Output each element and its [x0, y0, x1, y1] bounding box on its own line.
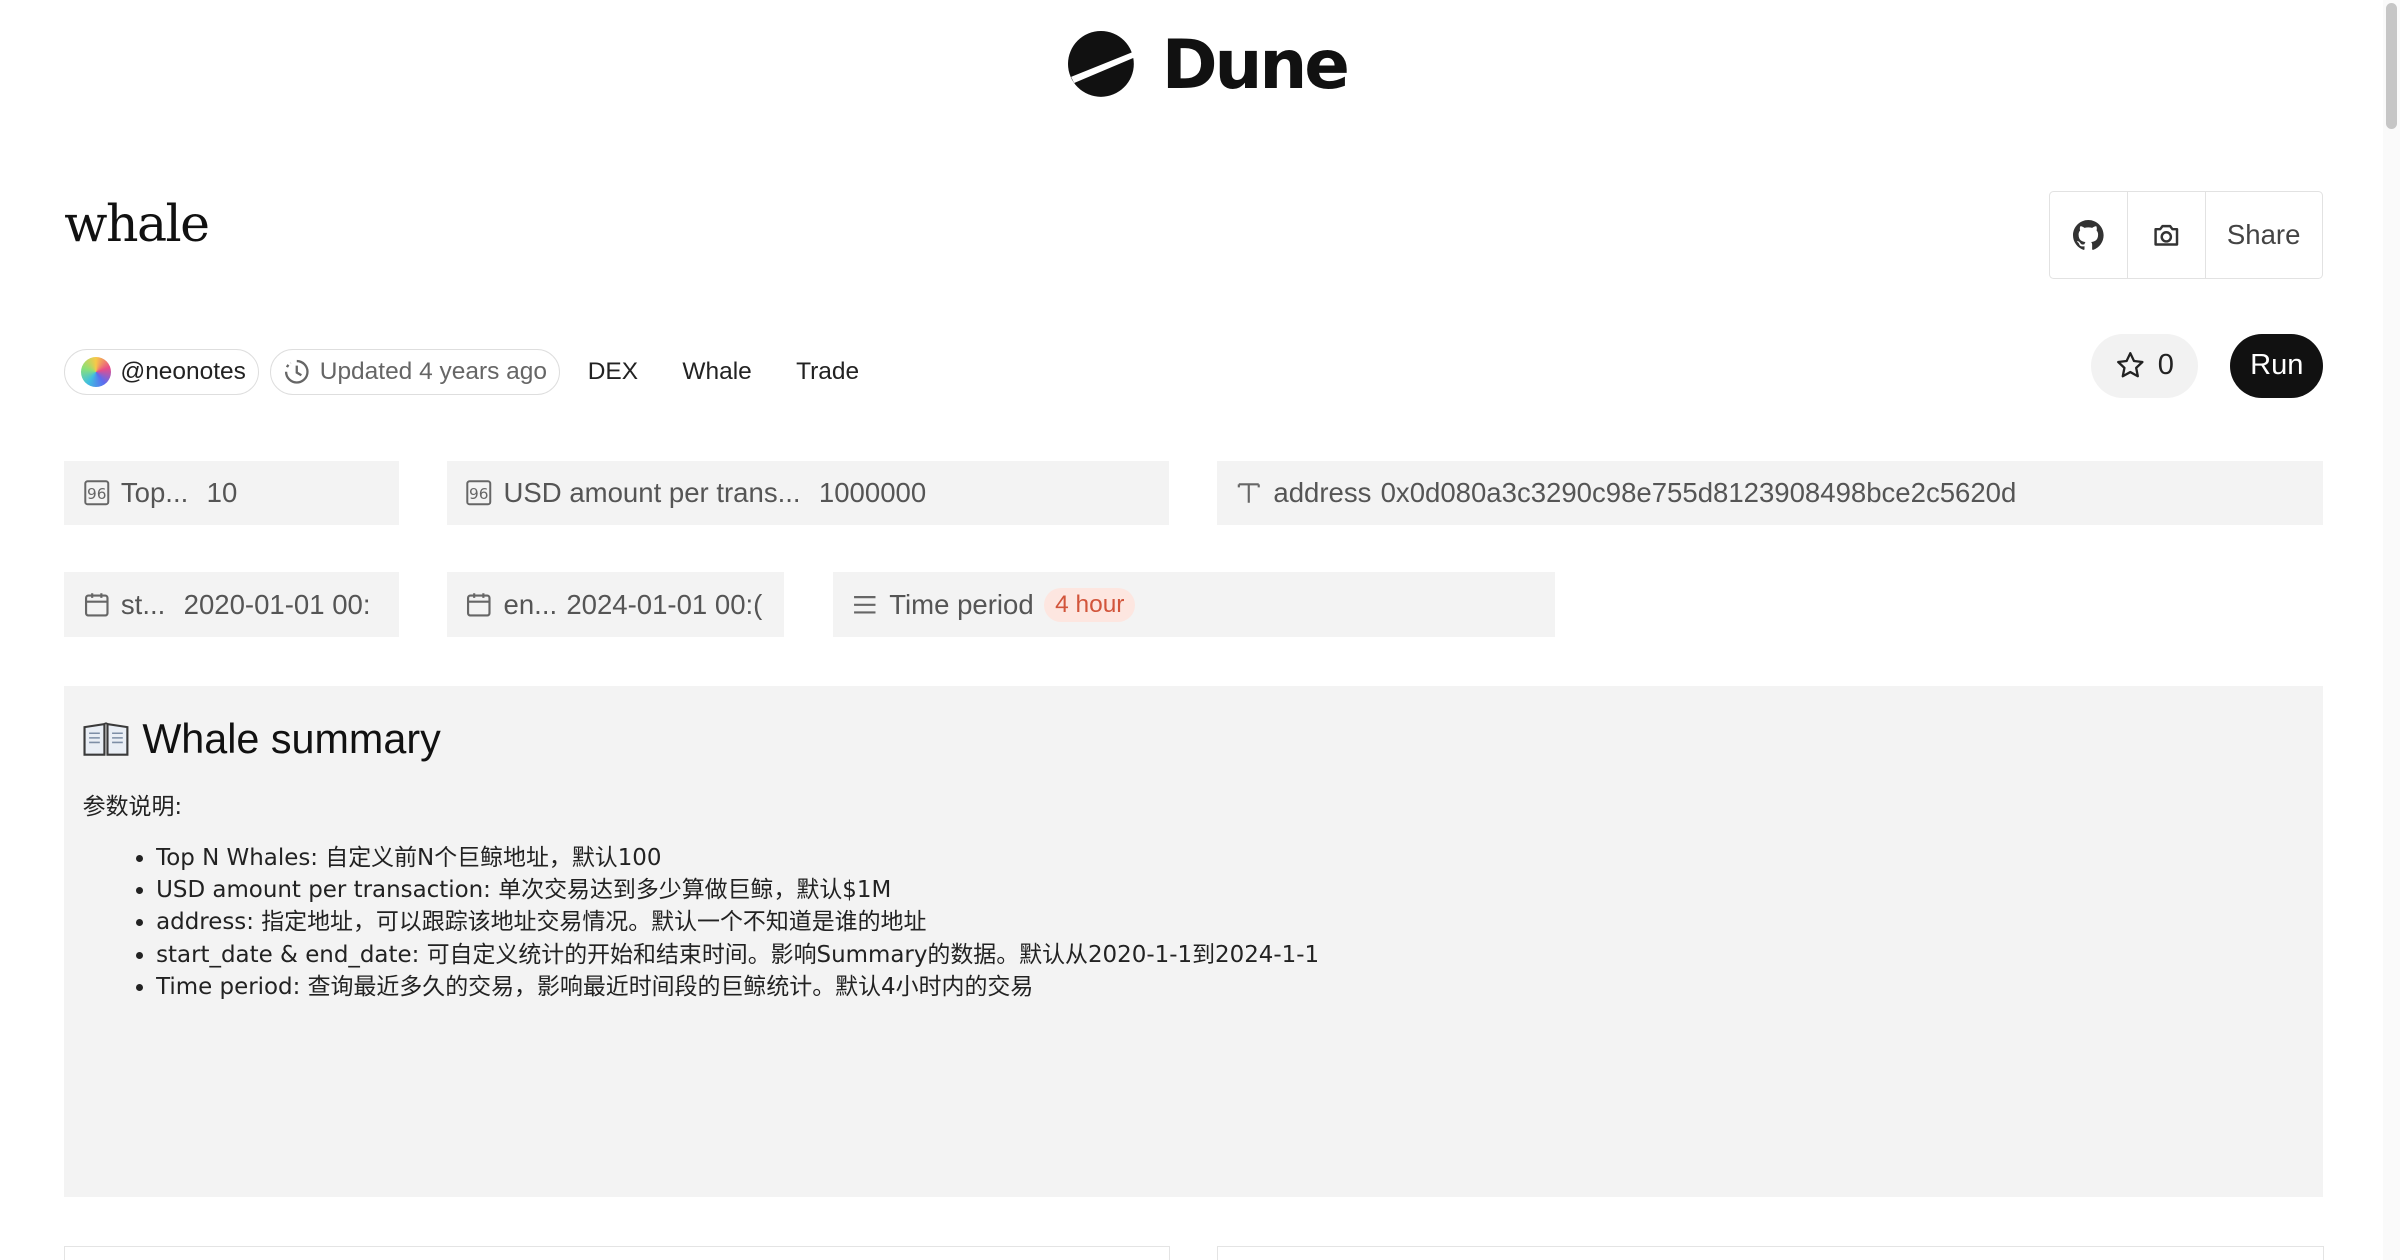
star-count: 0	[2157, 349, 2174, 382]
param-value: 2020-01-01 00:	[183, 588, 371, 620]
param-value: 10	[206, 476, 238, 508]
summary-heading: Whale summary	[83, 713, 2305, 765]
param-name: en...	[503, 588, 558, 620]
list-item: address: 指定地址，可以跟踪该地址交易情况。默认一个不知道是谁的地址	[156, 906, 2305, 938]
summary-title: Whale summary	[142, 716, 441, 763]
summary-subtitle: 参数说明:	[82, 793, 183, 820]
text-type-icon	[1237, 483, 1260, 503]
brand-name: Dune	[1161, 24, 1350, 104]
list-item: start_date & end_date: 可自定义统计的开始和结束时间。影响…	[156, 939, 2305, 971]
scrollbar-thumb[interactable]	[2386, 3, 2397, 129]
tag-whale[interactable]: Whale	[666, 358, 769, 386]
svg-text:96: 96	[469, 485, 488, 503]
brand-logo[interactable]: Dune	[1068, 24, 1350, 104]
visualization-panel-left	[64, 1245, 1170, 1260]
page-scrollbar[interactable]	[2383, 0, 2400, 1260]
param-value: 2024-01-01 00:(	[566, 588, 763, 620]
tag-dex[interactable]: DEX	[571, 358, 655, 386]
tag-trade[interactable]: Trade	[779, 358, 876, 386]
param-start-date[interactable]: st... 2020-01-01 00:	[64, 572, 400, 637]
github-icon	[2073, 219, 2105, 250]
updated-text: Updated 4 years ago	[319, 357, 547, 385]
list-item: Time period: 查询最近多久的交易，影响最近时间段的巨鲸统计。默认4小…	[156, 971, 2305, 1003]
param-name: Time period	[889, 588, 1034, 620]
param-top-n[interactable]: 96 Top... 10	[64, 460, 400, 525]
author-name: @neonotes	[120, 357, 246, 385]
whale-summary-card: Whale summary 参数说明: Top N Whales: 自定义前N个…	[64, 685, 2324, 1197]
param-time-period[interactable]: Time period 4 hour	[832, 572, 1556, 637]
dune-logo-icon	[1068, 31, 1135, 98]
star-button[interactable]: 0	[2090, 333, 2198, 398]
param-usd-amount[interactable]: 96 USD amount per trans... 1000000	[446, 460, 1170, 525]
page-title: whale	[64, 193, 210, 253]
run-button[interactable]: Run	[2230, 333, 2324, 398]
clock-history-icon	[284, 360, 309, 384]
list-icon	[854, 595, 876, 614]
avatar	[80, 356, 112, 388]
list-item: Top N Whales: 自定义前N个巨鲸地址，默认100	[156, 842, 2305, 874]
open-book-icon	[83, 722, 129, 756]
param-address[interactable]: address 0x0d080a3c3290c98e755d8123908498…	[1216, 460, 2324, 525]
param-value: 0x0d080a3c3290c98e755d8123908498bce2c562…	[1380, 476, 2017, 508]
dashboard-toolbar: Share	[2049, 191, 2323, 280]
param-name: USD amount per trans...	[503, 476, 801, 508]
updated-chip: Updated 4 years ago	[269, 348, 561, 395]
summary-list: Top N Whales: 自定义前N个巨鲸地址，默认100 USD amoun…	[83, 842, 2305, 1003]
param-name: Top...	[120, 476, 189, 508]
github-button[interactable]	[2050, 192, 2128, 279]
dashboard-meta: @neonotes Updated 4 years ago DEX Whale …	[64, 348, 876, 395]
camera-icon	[2154, 224, 2179, 246]
svg-text:96: 96	[87, 485, 106, 503]
percent-box-icon: 96	[83, 480, 109, 506]
screenshot-button[interactable]	[2128, 192, 2206, 279]
param-value: 1000000	[818, 476, 927, 508]
author-chip[interactable]: @neonotes	[64, 348, 260, 395]
param-name: address	[1273, 476, 1372, 508]
param-end-date[interactable]: en... 2024-01-01 00:(	[446, 572, 784, 637]
share-button[interactable]: Share	[2206, 192, 2322, 278]
calendar-icon	[84, 593, 109, 617]
percent-box-icon: 96	[466, 480, 492, 506]
calendar-icon	[467, 593, 491, 617]
list-item: USD amount per transaction: 单次交易达到多少算做巨鲸…	[156, 874, 2305, 906]
star-icon	[2116, 352, 2144, 378]
visualization-panel-right	[1216, 1245, 2324, 1260]
param-value-badge: 4 hour	[1044, 587, 1136, 622]
param-name: st...	[120, 588, 166, 620]
